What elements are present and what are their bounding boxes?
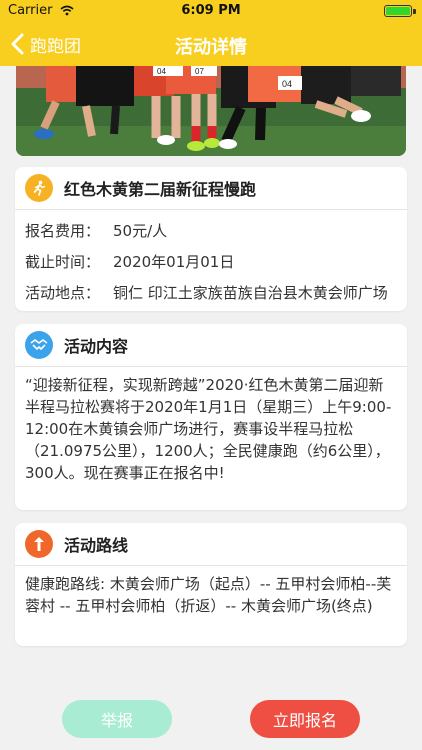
event-title-row: 红色木黄第二届新征程慢跑 <box>15 167 407 210</box>
content-card: 活动内容 “迎接新征程，实现新跨越”2020·红色木黄第二届迎新半程马拉松赛将于… <box>15 324 407 510</box>
route-arrow-icon <box>25 530 53 558</box>
handshake-icon <box>25 331 53 359</box>
location-label: 活动地点： <box>25 284 101 302</box>
event-info-card: 红色木黄第二届新征程慢跑 报名费用： 50元/人 截止时间： 2020年01月0… <box>15 167 407 311</box>
deadline-label: 截止时间： <box>25 253 101 271</box>
battery-icon <box>384 5 412 17</box>
content-header: 活动内容 <box>15 324 407 367</box>
report-button[interactable]: 举报 <box>62 700 172 738</box>
runner-bib-1: 04 <box>157 67 166 76</box>
event-photo: 04 07 04 <box>16 66 406 156</box>
content-title: 活动内容 <box>64 337 129 356</box>
runner-bib-3: 04 <box>282 79 292 89</box>
status-time: 6:09 PM <box>181 3 241 18</box>
runners-photo-illustration: 04 07 04 <box>16 66 406 156</box>
route-header: 活动路线 <box>15 523 407 566</box>
signup-button[interactable]: 立即报名 <box>250 700 360 738</box>
page-title: 活动详情 <box>175 37 247 58</box>
deadline-value: 2020年01月01日 <box>113 253 235 271</box>
location-value: 铜仁 印江土家族苗族自治县木黄会师广场 <box>113 284 388 302</box>
content-text: “迎接新征程，实现新跨越”2020·红色木黄第二届迎新半程马拉松赛将于2020年… <box>25 376 392 482</box>
route-card: 活动路线 健康跑路线: 木黄会师广场（起点）-- 五甲村会师柏--芙蓉村 -- … <box>15 523 407 646</box>
navigation-bar: 跑跑团 活动详情 <box>0 22 422 66</box>
runner-bib-2: 07 <box>195 67 204 76</box>
fee-value: 50元/人 <box>113 222 168 240</box>
status-bar: Carrier 6:09 PM <box>0 0 422 22</box>
route-text: 健康跑路线: 木黄会师广场（起点）-- 五甲村会师柏--芙蓉村 -- 五甲村会师… <box>25 575 392 615</box>
fee-row: 报名费用： 50元/人 <box>15 215 407 246</box>
route-title: 活动路线 <box>64 536 129 555</box>
event-name: 红色木黄第二届新征程慢跑 <box>64 180 257 199</box>
runner-icon <box>25 174 53 202</box>
fee-label: 报名费用： <box>25 222 101 240</box>
deadline-row: 截止时间： 2020年01月01日 <box>15 246 407 277</box>
location-row: 活动地点： 铜仁 印江土家族苗族自治县木黄会师广场 <box>15 277 407 308</box>
battery-cap <box>413 9 416 14</box>
